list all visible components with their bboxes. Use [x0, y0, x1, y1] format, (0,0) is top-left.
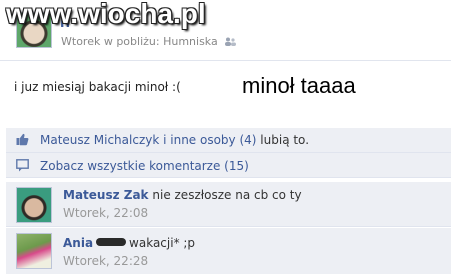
comment-icon	[16, 159, 29, 172]
comment-author[interactable]: Ania	[63, 236, 93, 250]
comment-author[interactable]: Mateusz Zak	[63, 188, 149, 202]
redacted-surname	[96, 238, 127, 246]
comment-item: Ania wakacji* ;p Wtorek, 22:28	[6, 228, 451, 274]
all-comments-row[interactable]: Zobacz wszystkie komentarze (15)	[6, 153, 451, 178]
likes-names-link[interactable]: Mateusz Michalczyk i inne osoby (4)	[40, 133, 256, 147]
overlay-caption: minoł taaaa	[242, 73, 356, 98]
all-comments-link[interactable]: Zobacz wszystkie komentarze (15)	[40, 159, 249, 173]
comment-avatar[interactable]	[16, 233, 52, 269]
comment-body: nie zeszłosze na cb co ty	[152, 188, 302, 202]
comment-body: wakacji* ;p	[129, 236, 196, 250]
thumbs-up-icon	[16, 133, 29, 146]
comment-timestamp[interactable]: Wtorek, 22:08	[63, 206, 148, 220]
likes-suffix: lubią to.	[260, 133, 310, 147]
comment-timestamp[interactable]: Wtorek, 22:28	[63, 254, 148, 268]
header-divider	[0, 60, 451, 61]
people-icon	[225, 37, 237, 46]
post-text: i juz miesiąj bakacji minoł :(	[14, 80, 181, 94]
post-meta: Wtorek w pobliżu: Humniska	[61, 35, 237, 48]
likes-row: Mateusz Michalczyk i inne osoby (4) lubi…	[6, 128, 451, 153]
comment-item: Mateusz Zak nie zeszłosze na cb co ty Wt…	[6, 182, 451, 227]
comment-avatar[interactable]	[16, 187, 52, 223]
post-meta-text: Wtorek w pobliżu: Humniska	[61, 35, 218, 48]
site-watermark: www.wiocha.pl	[6, 0, 206, 29]
